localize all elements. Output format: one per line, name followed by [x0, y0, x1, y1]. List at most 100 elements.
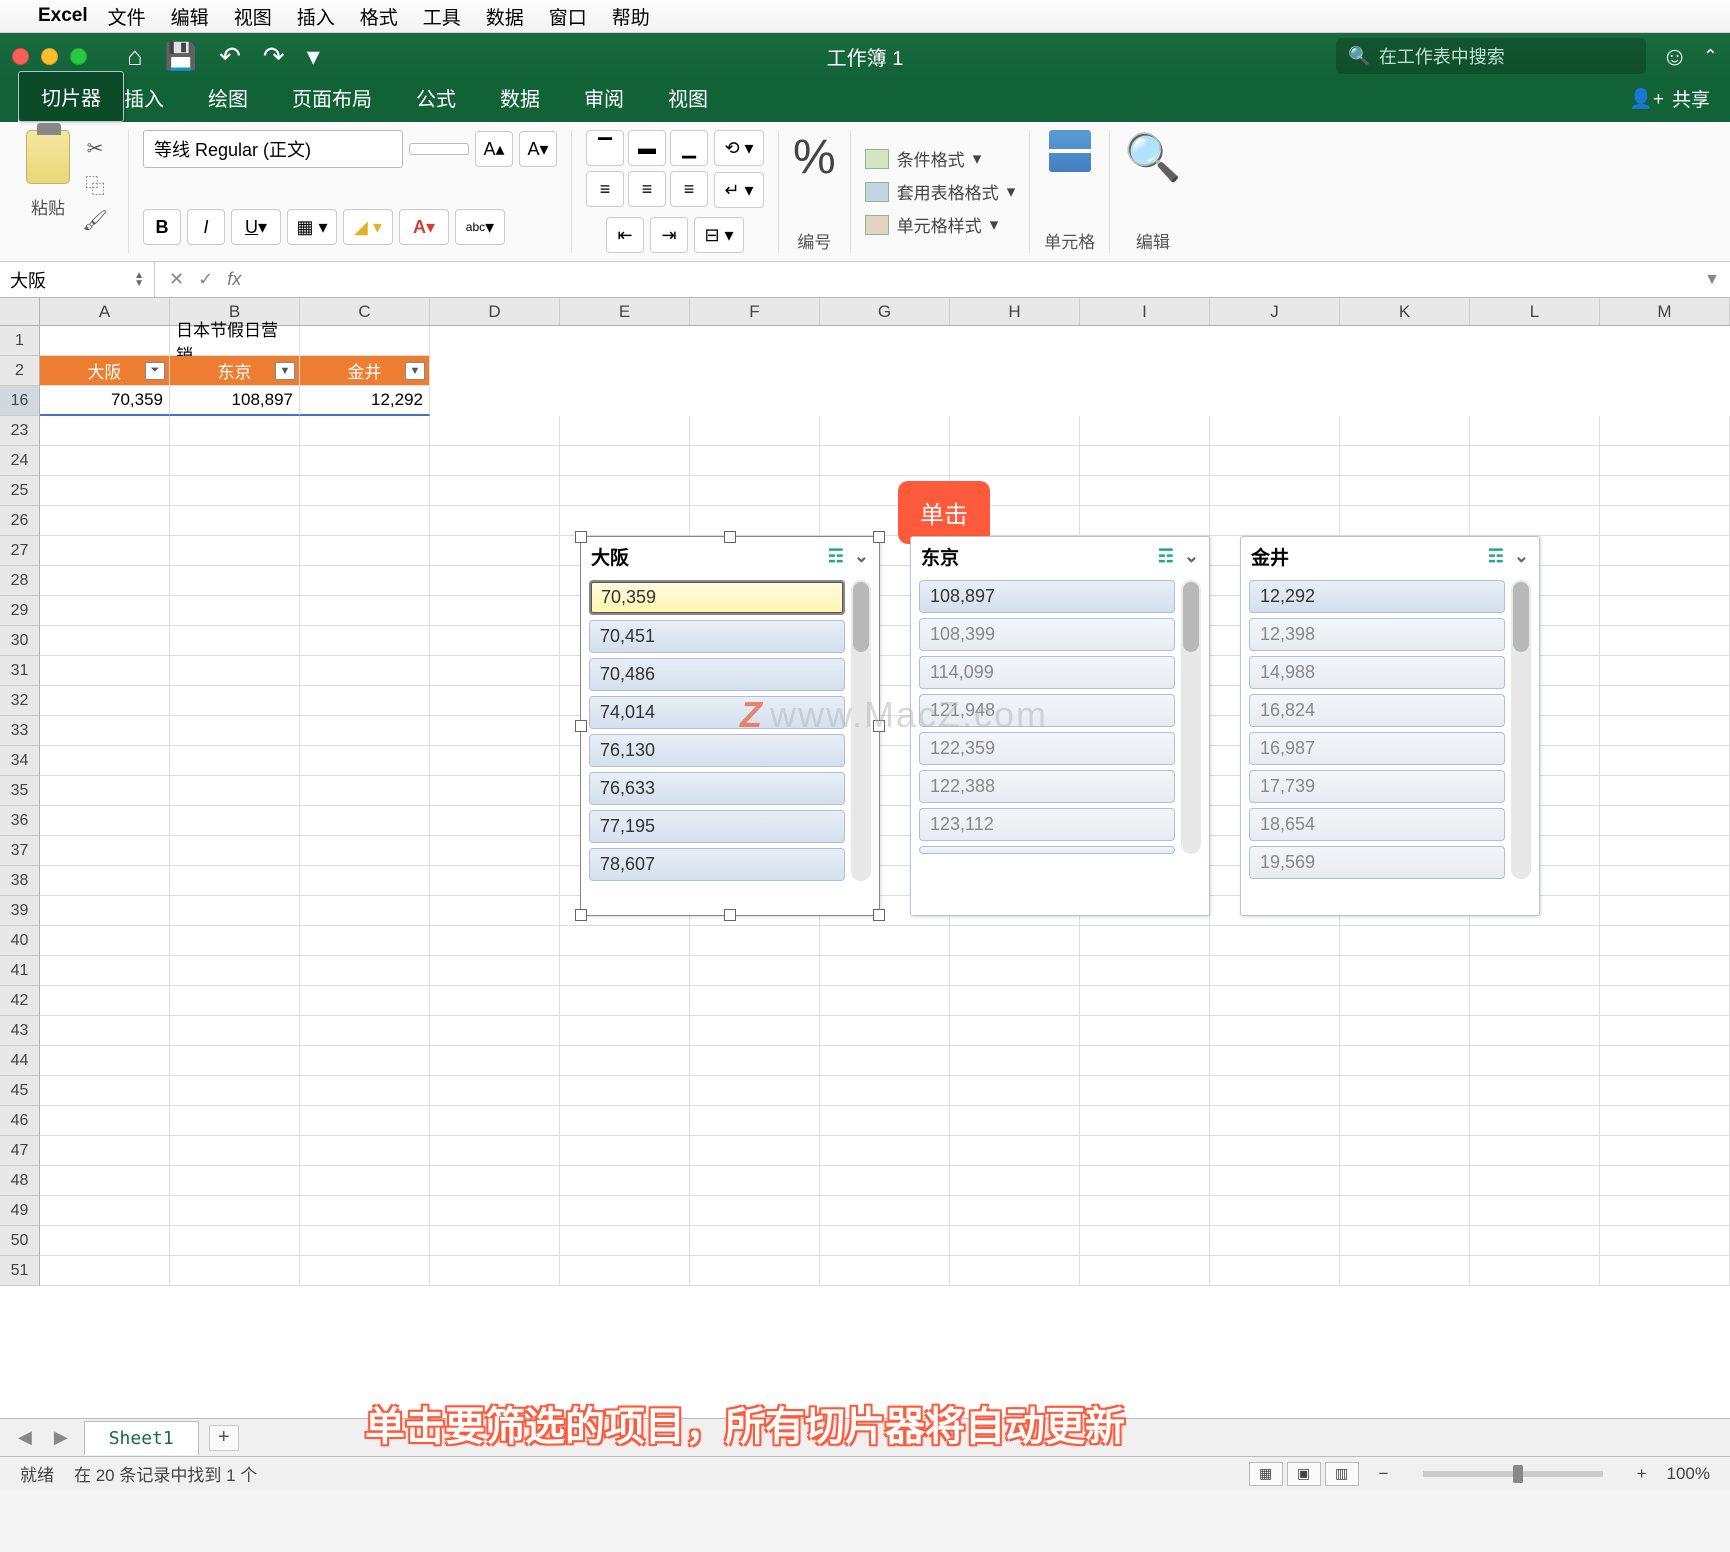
- cell[interactable]: [170, 716, 300, 746]
- slicer-item[interactable]: 76,633: [589, 772, 845, 805]
- cell[interactable]: [690, 1166, 820, 1196]
- cell[interactable]: [1470, 1226, 1600, 1256]
- cell[interactable]: [1210, 1166, 1340, 1196]
- cell[interactable]: [430, 986, 560, 1016]
- cell[interactable]: [1340, 1166, 1470, 1196]
- cell[interactable]: [1210, 1046, 1340, 1076]
- cell[interactable]: [40, 326, 170, 356]
- cell[interactable]: [300, 1016, 430, 1046]
- cell[interactable]: [430, 836, 560, 866]
- cell[interactable]: [170, 746, 300, 776]
- cell[interactable]: [1600, 596, 1730, 626]
- cell[interactable]: [560, 446, 690, 476]
- cell[interactable]: [40, 956, 170, 986]
- cell[interactable]: [950, 1046, 1080, 1076]
- cell[interactable]: [430, 506, 560, 536]
- slicer-item[interactable]: 121,948: [919, 694, 1175, 727]
- col-header-c[interactable]: C: [300, 298, 430, 325]
- zoom-level[interactable]: 100%: [1667, 1464, 1710, 1484]
- cell[interactable]: [1080, 926, 1210, 956]
- cell[interactable]: [1470, 476, 1600, 506]
- cell[interactable]: [170, 1106, 300, 1136]
- search-box[interactable]: 🔍 在工作表中搜索: [1336, 38, 1646, 74]
- cell[interactable]: [1470, 1106, 1600, 1136]
- cell[interactable]: [300, 566, 430, 596]
- cell[interactable]: [300, 686, 430, 716]
- cell[interactable]: [950, 1136, 1080, 1166]
- cell[interactable]: [40, 446, 170, 476]
- align-middle-icon[interactable]: ▬: [628, 130, 666, 166]
- cell[interactable]: [1470, 1196, 1600, 1226]
- cell[interactable]: [430, 746, 560, 776]
- cell[interactable]: [300, 506, 430, 536]
- cancel-formula-icon[interactable]: ✕: [169, 269, 184, 290]
- cell[interactable]: [300, 746, 430, 776]
- cell[interactable]: [1600, 1196, 1730, 1226]
- cell[interactable]: [40, 1076, 170, 1106]
- increase-font-icon[interactable]: A▴: [475, 131, 513, 167]
- cell[interactable]: [1600, 1016, 1730, 1046]
- filter-icon[interactable]: ▼: [275, 362, 295, 380]
- cell[interactable]: [430, 716, 560, 746]
- row-header[interactable]: 16: [0, 386, 39, 416]
- cell[interactable]: [1080, 956, 1210, 986]
- tab-view[interactable]: 视图: [646, 73, 730, 122]
- cell[interactable]: [40, 836, 170, 866]
- view-page-break-icon[interactable]: ▥: [1325, 1462, 1359, 1486]
- cell[interactable]: [430, 896, 560, 926]
- slicer-item[interactable]: 114,099: [919, 656, 1175, 689]
- font-color-button[interactable]: A ▾: [399, 209, 449, 245]
- cell[interactable]: [430, 686, 560, 716]
- cell[interactable]: [950, 1226, 1080, 1256]
- cell[interactable]: [1340, 1046, 1470, 1076]
- cell[interactable]: [430, 806, 560, 836]
- cell[interactable]: [300, 806, 430, 836]
- cell[interactable]: [1210, 476, 1340, 506]
- percent-icon[interactable]: %: [793, 130, 836, 185]
- menu-edit[interactable]: 编辑: [171, 3, 209, 30]
- zoom-in-icon[interactable]: +: [1637, 1464, 1647, 1484]
- cell[interactable]: [170, 1226, 300, 1256]
- slicer-item[interactable]: 17,739: [1249, 770, 1505, 803]
- cell[interactable]: [560, 1226, 690, 1256]
- cell[interactable]: [1470, 956, 1600, 986]
- cell[interactable]: [820, 1106, 950, 1136]
- cell[interactable]: [950, 956, 1080, 986]
- cell[interactable]: [690, 1226, 820, 1256]
- cell[interactable]: [1210, 1226, 1340, 1256]
- cell[interactable]: [950, 1106, 1080, 1136]
- cell[interactable]: [430, 1046, 560, 1076]
- cell[interactable]: [690, 1046, 820, 1076]
- cell[interactable]: [1340, 1226, 1470, 1256]
- cell[interactable]: [1080, 1016, 1210, 1046]
- tab-formulas[interactable]: 公式: [394, 73, 478, 122]
- cell[interactable]: [300, 1046, 430, 1076]
- data-cell[interactable]: 70,359: [40, 386, 170, 416]
- cell[interactable]: [1340, 1016, 1470, 1046]
- cell[interactable]: [1340, 926, 1470, 956]
- cell[interactable]: [170, 1016, 300, 1046]
- row-header[interactable]: 27: [0, 536, 39, 566]
- data-cell[interactable]: 12,292: [300, 386, 430, 416]
- cell[interactable]: [300, 476, 430, 506]
- col-header-j[interactable]: J: [1210, 298, 1340, 325]
- col-header-d[interactable]: D: [430, 298, 560, 325]
- table-header-kanai[interactable]: 金井▼: [300, 356, 430, 386]
- phonetic-button[interactable]: abc ▾: [455, 209, 505, 245]
- cell[interactable]: [1600, 686, 1730, 716]
- clear-filter-icon[interactable]: ⌄: [854, 546, 869, 567]
- cell[interactable]: [1600, 476, 1730, 506]
- cell[interactable]: [560, 1136, 690, 1166]
- cell[interactable]: [40, 596, 170, 626]
- col-header-e[interactable]: E: [560, 298, 690, 325]
- cell[interactable]: [690, 1016, 820, 1046]
- cell[interactable]: [430, 1106, 560, 1136]
- name-box[interactable]: 大阪 ▲▼: [0, 262, 155, 297]
- row-header[interactable]: 30: [0, 626, 39, 656]
- cell[interactable]: [1210, 506, 1340, 536]
- cell[interactable]: [300, 596, 430, 626]
- cell[interactable]: [1600, 926, 1730, 956]
- cell[interactable]: [1470, 926, 1600, 956]
- cell[interactable]: [820, 1226, 950, 1256]
- cell[interactable]: [300, 956, 430, 986]
